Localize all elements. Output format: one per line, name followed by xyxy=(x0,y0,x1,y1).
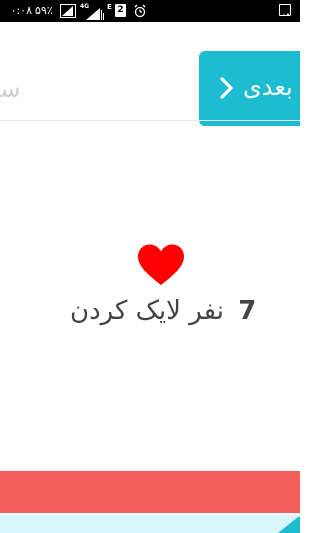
heart-icon[interactable] xyxy=(137,243,185,287)
bottom-panel-edge xyxy=(268,515,300,533)
signal-alt-icon xyxy=(60,4,76,18)
alarm-icon xyxy=(134,3,146,22)
action-bar[interactable] xyxy=(0,471,300,513)
bottom-panel xyxy=(0,515,300,533)
next-button[interactable]: بعدی xyxy=(199,51,300,126)
battery-percent: ۵۹٪ xyxy=(35,4,53,17)
app-screen: 2 E 4G ۵۹٪ ۰:۰۸ سو بعدی xyxy=(0,0,300,533)
chevron-right-icon xyxy=(220,77,233,99)
next-label: بعدی xyxy=(243,73,293,101)
status-time: ۰:۰۸ xyxy=(10,4,32,17)
sim-slot-icon: 2 xyxy=(115,4,126,17)
gallery-notification-icon xyxy=(279,4,291,16)
carrier-letter: E xyxy=(107,3,112,11)
previous-label: سو xyxy=(0,75,21,103)
likes-section: نفر لایک کردن 7 xyxy=(0,240,300,340)
status-bar: 2 E 4G ۵۹٪ ۰:۰۸ xyxy=(0,0,300,22)
top-navigation: سو بعدی xyxy=(0,22,300,126)
likes-count-text: نفر لایک کردن 7 xyxy=(70,293,256,329)
likes-label: نفر لایک کردن xyxy=(70,296,224,326)
network-type-label: 4G xyxy=(80,3,90,10)
divider xyxy=(0,120,300,121)
previous-button[interactable]: سو xyxy=(0,74,33,104)
likes-count: 7 xyxy=(238,296,257,326)
